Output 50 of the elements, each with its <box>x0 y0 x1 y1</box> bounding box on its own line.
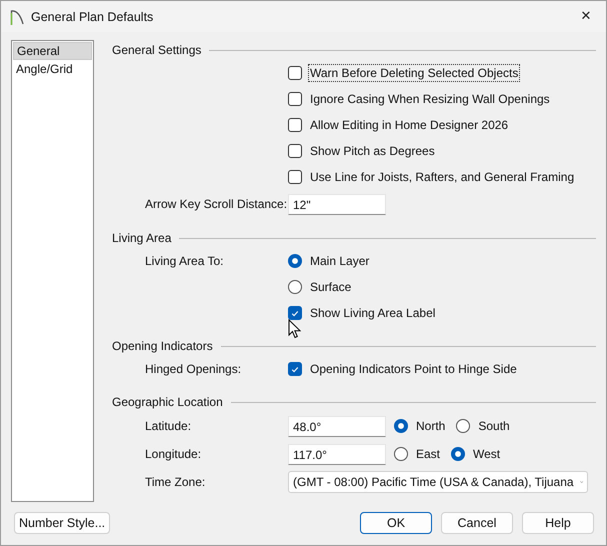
checkbox[interactable] <box>288 144 302 158</box>
cursor-icon <box>288 319 301 339</box>
category-item[interactable]: General <box>13 42 92 60</box>
dialog-button[interactable]: Cancel <box>441 512 513 534</box>
window-title: General Plan Defaults <box>31 10 154 24</box>
checkbox[interactable] <box>288 306 302 320</box>
checkbox[interactable] <box>288 362 302 376</box>
radio-label[interactable]: Main Layer <box>308 252 372 270</box>
radio-button[interactable] <box>394 419 408 433</box>
checkbox-label[interactable]: Opening Indicators Point to Hinge Side <box>308 360 519 378</box>
checkbox[interactable] <box>288 92 302 106</box>
radio-label[interactable]: North <box>414 417 448 435</box>
close-button[interactable]: ✕ <box>566 1 606 32</box>
radio-label[interactable]: South <box>476 417 512 435</box>
category-item[interactable]: Angle/Grid <box>13 60 92 78</box>
checkbox-label[interactable]: Show Pitch as Degrees <box>308 142 437 160</box>
field-label: Living Area To: <box>145 254 224 268</box>
radio-label[interactable]: Surface <box>308 278 354 296</box>
checkbox-label[interactable]: Ignore Casing When Resizing Wall Openings <box>308 90 552 108</box>
section-heading: Living Area <box>112 231 172 245</box>
checkbox-label[interactable]: Use Line for Joists, Rafters, and General Framing <box>308 168 576 186</box>
checkbox[interactable] <box>288 170 302 184</box>
checkbox-label[interactable]: Show Living Area Label <box>308 304 438 322</box>
radio-button[interactable] <box>451 447 466 461</box>
radio-label[interactable]: East <box>414 445 442 463</box>
checkbox-label[interactable]: Warn Before Deleting Selected Objects <box>308 64 520 82</box>
input-field[interactable]: 48.0° <box>288 416 386 436</box>
radio-button[interactable] <box>288 280 302 294</box>
checkbox[interactable] <box>288 118 302 132</box>
field-label: Time Zone: <box>145 475 206 489</box>
section-heading: Opening Indicators <box>112 339 213 353</box>
checkbox[interactable] <box>288 66 302 80</box>
field-label: Latitude: <box>145 419 192 433</box>
number-style-button[interactable]: Number Style... <box>14 512 110 534</box>
field-label: Longitude: <box>145 447 202 461</box>
section-heading: General Settings <box>112 43 202 57</box>
input-field[interactable]: 12" <box>288 194 386 214</box>
radio-label[interactable]: West <box>471 445 502 463</box>
radio-button[interactable] <box>456 419 470 433</box>
checkbox-label[interactable]: Allow Editing in Home Designer 2026 <box>308 116 510 134</box>
dialog-button[interactable]: Help <box>522 512 594 534</box>
section-heading: Geographic Location <box>112 395 223 409</box>
field-label: Hinged Openings: <box>145 362 242 376</box>
radio-button[interactable] <box>288 254 302 268</box>
input-field[interactable]: 117.0° <box>288 444 386 464</box>
arch-icon <box>10 8 24 24</box>
dialog-button[interactable]: OK <box>360 512 432 534</box>
field-label: Arrow Key Scroll Distance: <box>145 197 288 211</box>
dropdown[interactable]: (GMT - 08:00) Pacific Time (USA & Canada), Tijuana <box>288 471 588 493</box>
radio-button[interactable] <box>394 447 408 461</box>
